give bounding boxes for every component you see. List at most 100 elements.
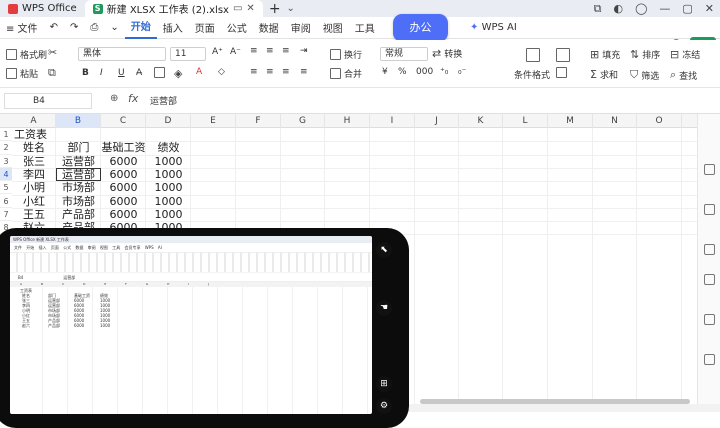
align-left-icon[interactable]: ≡: [250, 67, 258, 77]
currency-button[interactable]: ¥: [382, 67, 388, 77]
row-header-1[interactable]: 1: [0, 128, 12, 142]
sidebar-shape-icon[interactable]: [704, 244, 715, 255]
wps-ai-button[interactable]: ✦ WPS AI: [470, 17, 517, 39]
column-header-b[interactable]: B: [56, 114, 101, 128]
tab-tools[interactable]: 工具: [349, 20, 381, 35]
header-cell[interactable]: 基础工资: [101, 141, 146, 154]
hand-icon[interactable]: ☚: [376, 300, 392, 316]
font-size-select[interactable]: 11: [170, 47, 206, 61]
column-header-e[interactable]: E: [191, 114, 236, 128]
filter-button[interactable]: ⛉ 筛选: [630, 68, 659, 82]
border-icon[interactable]: [154, 67, 165, 78]
row-header-2[interactable]: 2: [0, 141, 12, 155]
align-center-icon[interactable]: ≡: [266, 67, 274, 77]
grow-font-icon[interactable]: A⁺: [212, 47, 223, 57]
paste-button[interactable]: 粘贴: [6, 67, 38, 80]
sheet-title[interactable]: 工资表: [14, 128, 47, 141]
header-cell[interactable]: 姓名: [12, 141, 56, 154]
row-header-3[interactable]: 3: [0, 155, 12, 168]
fx-icon[interactable]: fx: [128, 92, 138, 105]
column-header-d[interactable]: D: [146, 114, 191, 128]
align-bottom-icon[interactable]: ≡: [282, 46, 290, 56]
table-cell[interactable]: 6000: [101, 181, 146, 194]
table-cell[interactable]: 运营部: [56, 155, 101, 168]
table-cell[interactable]: 1000: [146, 168, 191, 181]
column-header-j[interactable]: J: [415, 114, 459, 128]
tab-home[interactable]: WPS Office: [0, 0, 85, 17]
file-menu[interactable]: ≡ 文件: [0, 20, 44, 35]
increase-decimal-icon[interactable]: ⁺₀: [440, 67, 448, 77]
column-header-a[interactable]: A: [12, 114, 56, 128]
italic-button[interactable]: I: [100, 68, 103, 78]
table-cell[interactable]: 1000: [146, 155, 191, 168]
thousands-icon[interactable]: 000: [416, 67, 433, 77]
row-header-7[interactable]: 7: [0, 208, 12, 222]
freeze-button[interactable]: ⊟ 冻结: [670, 48, 700, 61]
clear-format-icon[interactable]: ◇: [218, 67, 225, 77]
sum-button[interactable]: Σ 求和: [590, 68, 618, 81]
cell-style-icon[interactable]: [556, 48, 570, 62]
align-right-icon[interactable]: ≡: [282, 67, 290, 77]
print-icon[interactable]: ⎙: [84, 22, 104, 33]
minimize-icon[interactable]: —: [659, 2, 670, 15]
redo-icon[interactable]: ↷: [64, 22, 84, 33]
table-cell[interactable]: 1000: [146, 208, 191, 221]
sidebar-tool-icon[interactable]: [704, 164, 715, 175]
format-painter-button[interactable]: 格式刷: [6, 48, 47, 61]
table-cell[interactable]: 产品部: [56, 208, 101, 221]
header-cell[interactable]: 绩效: [146, 141, 191, 154]
align-middle-icon[interactable]: ≡: [266, 46, 274, 56]
tab-page[interactable]: 页面: [189, 20, 221, 35]
formula-input[interactable]: 运营部: [150, 94, 177, 107]
office-button[interactable]: 办公: [393, 14, 448, 42]
tab-review[interactable]: 审阅: [285, 20, 317, 35]
tab-view[interactable]: 视图: [317, 20, 349, 35]
table-cell[interactable]: 小明: [12, 181, 56, 194]
align-top-icon[interactable]: ≡: [250, 46, 258, 56]
more-icon[interactable]: ⌄: [104, 22, 124, 33]
row-header-4[interactable]: 4: [0, 167, 12, 182]
table-cell[interactable]: 6000: [101, 168, 146, 181]
indent-icon[interactable]: ⇥: [300, 46, 308, 56]
column-header-f[interactable]: F: [236, 114, 281, 128]
table-cell[interactable]: 6000: [101, 155, 146, 168]
avatar[interactable]: ◯: [635, 2, 647, 15]
restore-icon[interactable]: ⧉: [594, 2, 602, 16]
shrink-font-icon[interactable]: A⁻: [230, 47, 241, 57]
table-cell[interactable]: 王五: [12, 208, 56, 221]
table-style-icon[interactable]: [526, 48, 540, 62]
monitor-icon[interactable]: ▭: [233, 3, 242, 14]
table-cell[interactable]: 市场部: [56, 195, 101, 208]
fill-color-icon[interactable]: ◈: [174, 67, 182, 80]
new-tab-button[interactable]: +: [269, 1, 281, 17]
table-cell[interactable]: 张三: [12, 155, 56, 168]
column-header-k[interactable]: K: [459, 114, 503, 128]
sort-button[interactable]: ⇅ 排序: [630, 48, 660, 61]
tab-insert[interactable]: 插入: [157, 20, 189, 35]
cut-icon[interactable]: ✂: [48, 46, 57, 59]
skin-icon[interactable]: ◐: [613, 2, 623, 15]
column-header-g[interactable]: G: [281, 114, 325, 128]
decrease-decimal-icon[interactable]: ₀⁻: [458, 67, 466, 77]
close-tab-icon[interactable]: ✕: [246, 3, 254, 14]
underline-button[interactable]: U: [118, 68, 125, 78]
distribute-icon[interactable]: ≡: [300, 67, 308, 77]
font-color-icon[interactable]: A: [196, 67, 202, 77]
table-cell[interactable]: 市场部: [56, 181, 101, 194]
column-header-m[interactable]: M: [548, 114, 593, 128]
sidebar-style-icon[interactable]: [704, 204, 715, 215]
table-cell[interactable]: 6000: [101, 208, 146, 221]
font-name-select[interactable]: 黑体: [78, 47, 166, 61]
header-cell[interactable]: 部门: [56, 141, 101, 154]
sidebar-backup-icon[interactable]: [704, 274, 715, 285]
column-header-c[interactable]: C: [101, 114, 146, 128]
tab-formula[interactable]: 公式: [221, 20, 253, 35]
column-header-i[interactable]: I: [370, 114, 415, 128]
table-cell[interactable]: 6000: [101, 195, 146, 208]
name-box[interactable]: B4: [4, 93, 92, 109]
column-header-o[interactable]: O: [637, 114, 682, 128]
cursor-icon[interactable]: ⬉: [376, 242, 392, 258]
number-format-select[interactable]: 常规: [380, 47, 428, 61]
conditional-format-button[interactable]: 条件格式: [514, 68, 550, 81]
table-cell[interactable]: 小红: [12, 195, 56, 208]
